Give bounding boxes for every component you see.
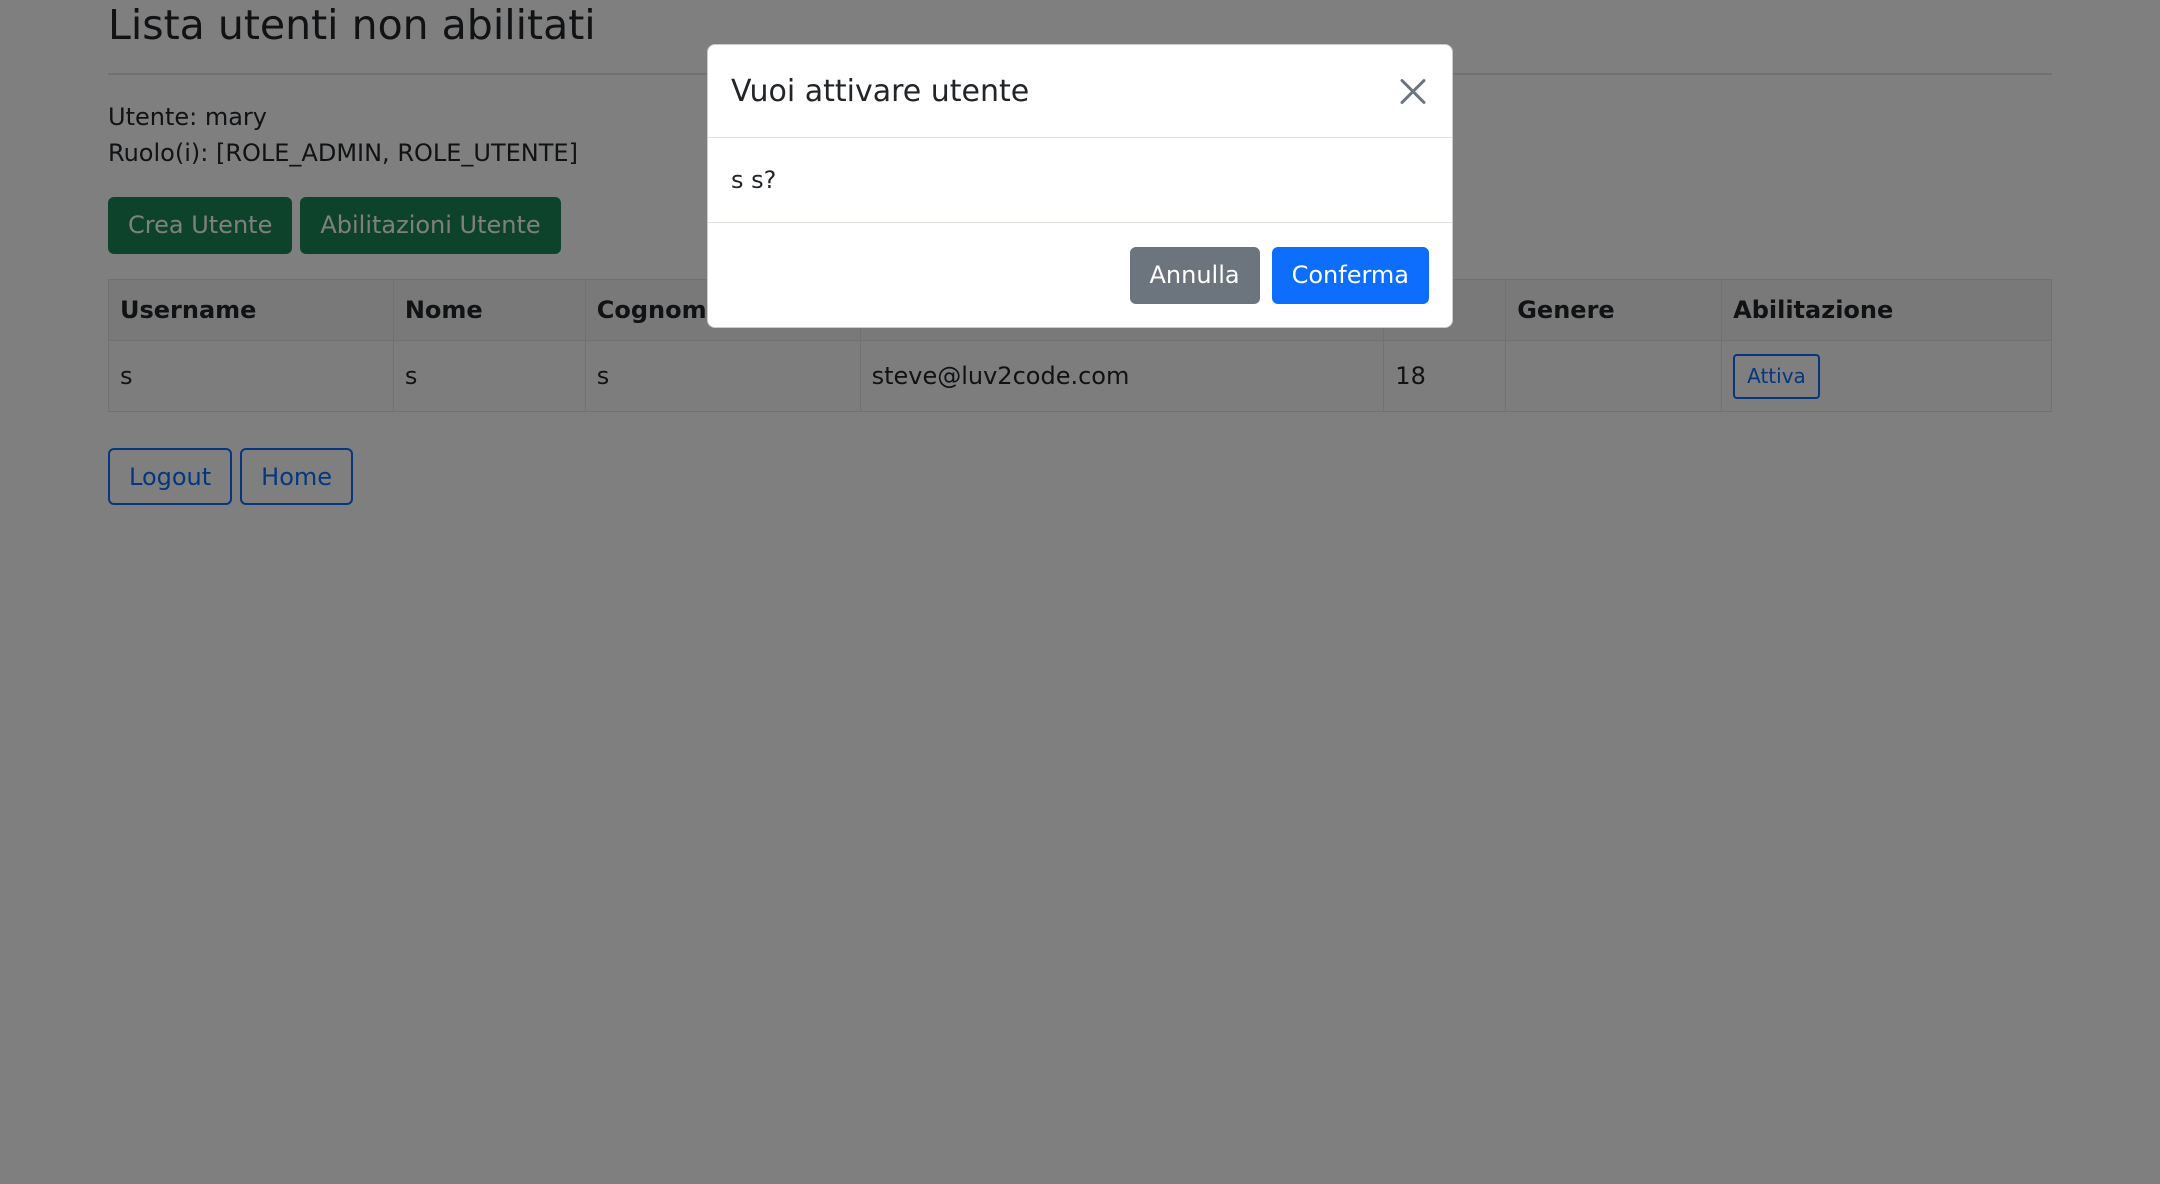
modal-footer: Annulla Conferma	[708, 223, 1452, 327]
modal-title: Vuoi attivare utente	[731, 73, 1030, 109]
confirm-button[interactable]: Conferma	[1271, 246, 1429, 304]
close-icon[interactable]	[1396, 74, 1430, 108]
cancel-button[interactable]: Annulla	[1129, 246, 1260, 304]
confirm-activation-modal: Vuoi attivare utente s s? Annulla Confer…	[707, 44, 1453, 328]
modal-body-text: s s?	[708, 138, 1452, 223]
modal-header: Vuoi attivare utente	[708, 45, 1452, 138]
